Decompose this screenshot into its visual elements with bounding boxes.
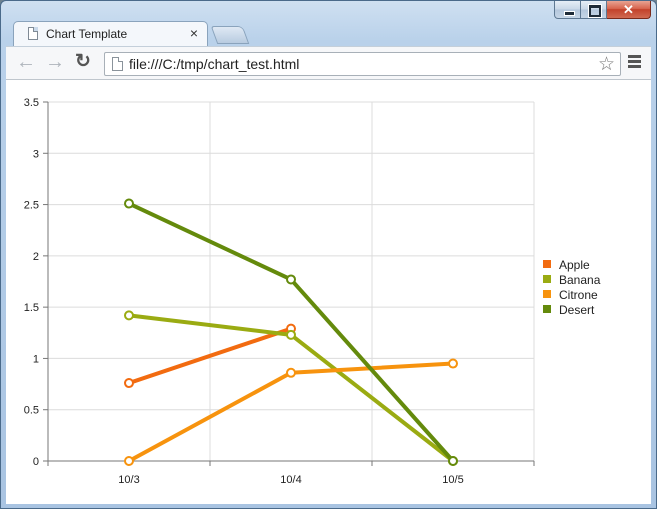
data-point-desert bbox=[124, 198, 134, 209]
y-tick-label: 2.5 bbox=[24, 200, 39, 212]
legend-swatch-apple bbox=[543, 260, 551, 268]
y-tick-label: 2 bbox=[33, 251, 39, 263]
legend-swatch-citrone bbox=[543, 290, 551, 298]
chart-series bbox=[124, 198, 458, 466]
maximize-button[interactable] bbox=[581, 1, 607, 19]
y-tick-label: 3.5 bbox=[24, 97, 39, 109]
page-icon bbox=[112, 57, 123, 71]
tab-close-icon[interactable]: × bbox=[190, 25, 198, 41]
reload-icon[interactable]: ↻ bbox=[75, 52, 91, 72]
minimize-button[interactable] bbox=[554, 1, 581, 19]
legend-label-desert: Desert bbox=[559, 303, 595, 317]
legend-label-banana: Banana bbox=[559, 273, 601, 287]
page-icon bbox=[28, 27, 38, 40]
browser-window: ✕ Chart Template × ← → ↻ file:///C:/tmp/… bbox=[0, 0, 657, 509]
data-point-apple bbox=[124, 378, 134, 389]
star-icon[interactable]: ☆ bbox=[598, 53, 615, 76]
y-tick-label: 0 bbox=[33, 456, 39, 468]
legend-swatch-desert bbox=[543, 305, 551, 313]
series-line-citrone bbox=[127, 361, 455, 463]
data-point-desert bbox=[286, 274, 296, 285]
toolbar: ← → ↻ file:///C:/tmp/chart_test.html ☆ bbox=[6, 46, 651, 80]
menu-icon[interactable] bbox=[628, 55, 641, 70]
data-point-desert bbox=[448, 456, 458, 466]
x-tick-label: 10/5 bbox=[442, 474, 463, 486]
url-text[interactable]: file:///C:/tmp/chart_test.html bbox=[129, 56, 299, 72]
caption-buttons: ✕ bbox=[554, 1, 651, 21]
back-arrow-icon[interactable]: ← bbox=[16, 52, 36, 72]
minimize-icon bbox=[564, 11, 575, 16]
x-tick-label: 10/3 bbox=[118, 474, 139, 486]
page-content: 0 0.5 1 1.5 2 2.5 3 3.5 10/3 10/4 10/5 Apple Banana… bbox=[6, 80, 651, 504]
close-icon: ✕ bbox=[623, 2, 634, 17]
address-bar[interactable]: file:///C:/tmp/chart_test.html ☆ bbox=[104, 52, 621, 76]
legend-label-citrone: Citrone bbox=[559, 288, 598, 302]
chart-axes: 0 0.5 1 1.5 2 2.5 3 3.5 10/3 10/4 10/5 bbox=[24, 97, 535, 486]
y-tick-label: 3 bbox=[33, 148, 39, 160]
legend-swatch-banana bbox=[543, 275, 551, 283]
data-point-citrone bbox=[448, 358, 458, 369]
close-window-button[interactable]: ✕ bbox=[607, 1, 651, 19]
maximize-icon bbox=[589, 5, 601, 17]
new-tab-button[interactable] bbox=[210, 26, 250, 44]
line-chart: 0 0.5 1 1.5 2 2.5 3 3.5 10/3 10/4 10/5 AppleBanana… bbox=[24, 97, 601, 486]
x-tick-label: 10/4 bbox=[280, 474, 301, 486]
data-point-citrone bbox=[286, 367, 296, 378]
tab-chart-template[interactable]: Chart Template × bbox=[13, 21, 208, 46]
y-tick-label: 1.5 bbox=[24, 302, 39, 314]
data-point-citrone bbox=[124, 456, 134, 466]
chart-legend: AppleBananaCitroneDesert bbox=[543, 258, 601, 317]
legend-label-apple: Apple bbox=[559, 258, 590, 272]
data-point-banana bbox=[286, 329, 296, 340]
tab-title: Chart Template bbox=[46, 27, 128, 41]
forward-arrow-icon[interactable]: → bbox=[45, 52, 65, 72]
data-point-banana bbox=[124, 310, 134, 321]
y-tick-label: 1 bbox=[33, 353, 39, 365]
y-tick-label: 0.5 bbox=[24, 405, 39, 417]
